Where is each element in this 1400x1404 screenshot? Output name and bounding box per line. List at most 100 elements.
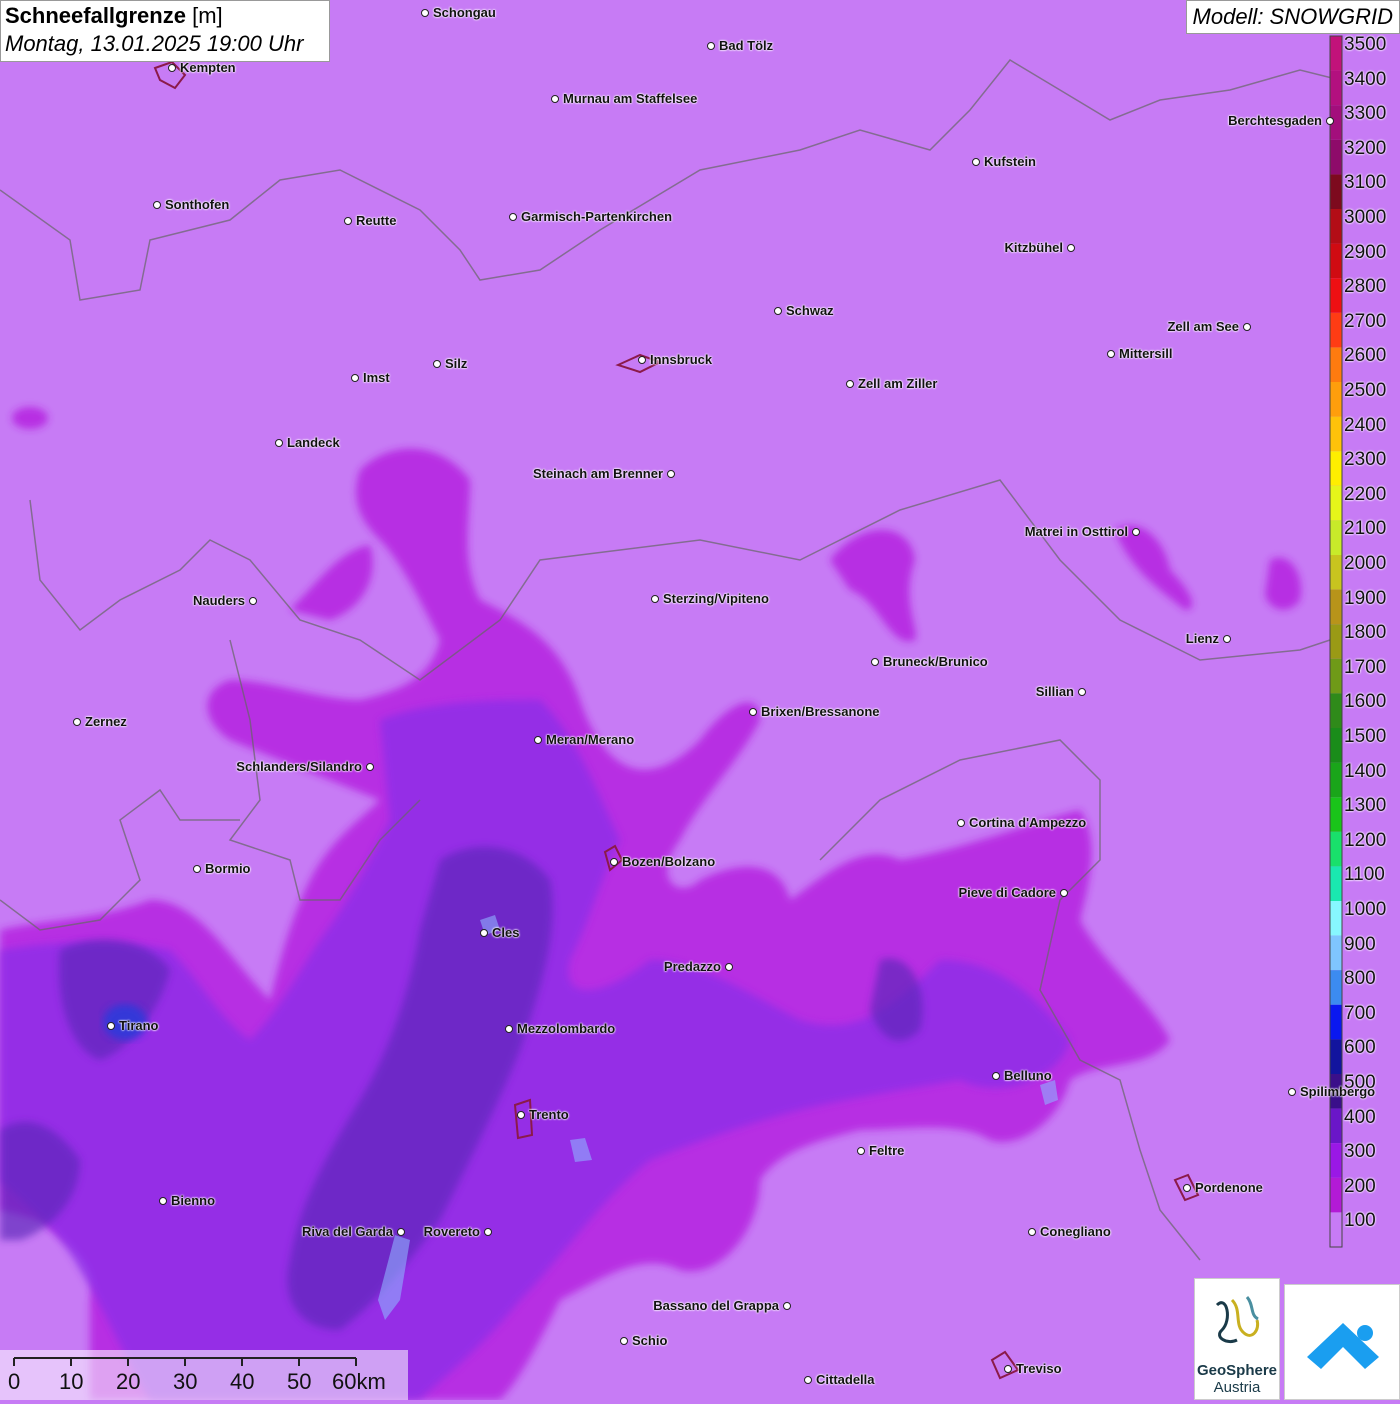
scale-label: 30 (173, 1369, 198, 1394)
legend-label: 100 (1344, 1210, 1376, 1232)
city-label: Kempten (180, 60, 236, 75)
city-marker (351, 374, 359, 382)
city-label: Bienno (171, 1193, 216, 1208)
city-marker (774, 307, 782, 315)
city-marker (1078, 688, 1086, 696)
city-marker (159, 1197, 167, 1205)
legend-cell (1330, 1212, 1342, 1247)
legend-label: 1000 (1344, 899, 1387, 920)
city-label: Feltre (869, 1143, 905, 1158)
city-label: Sonthofen (165, 197, 230, 212)
legend-cell (1330, 762, 1342, 798)
city-label: Landeck (287, 435, 340, 450)
scale-label: 40 (230, 1369, 255, 1394)
scale-label: 20 (116, 1369, 141, 1394)
city-marker (484, 1228, 492, 1236)
city-label: Pordenone (1195, 1180, 1263, 1195)
app-logo (1284, 1284, 1400, 1400)
legend-cell (1330, 1108, 1342, 1144)
legend-label: 2300 (1344, 449, 1387, 471)
city-label: Berchtesgaden (1228, 113, 1322, 128)
title-box: Schneefallgrenze [m] Montag, 13.01.2025 … (0, 0, 330, 62)
city-marker (667, 470, 675, 478)
city-label: Trento (529, 1107, 569, 1122)
snow-app-icon (1307, 1323, 1379, 1369)
city-label: Silz (445, 356, 468, 371)
city-marker (725, 963, 733, 971)
city-marker (783, 1302, 791, 1310)
city-label: Zell am Ziller (858, 376, 938, 391)
city-marker (153, 201, 161, 209)
city-label: Kitzbühel (1004, 240, 1064, 255)
geosphere-name: GeoSphere (1196, 1362, 1278, 1379)
city-label: Rovereto (423, 1224, 480, 1239)
city-label: Schio (632, 1333, 668, 1348)
city-label: Bruneck/Brunico (883, 654, 988, 669)
city-label: Schwaz (786, 303, 834, 318)
legend-cell (1330, 139, 1342, 175)
geosphere-country: Austria (1213, 1379, 1261, 1396)
legend-cell (1330, 935, 1342, 971)
city-label: Imst (363, 370, 390, 385)
city-marker (1132, 528, 1140, 536)
legend-label: 600 (1344, 1037, 1376, 1059)
legend-label: 1200 (1344, 829, 1387, 851)
legend-label: 1600 (1344, 691, 1387, 713)
city-label: Steinach am Brenner (532, 466, 663, 481)
legend-label: 900 (1344, 933, 1376, 955)
city-marker (610, 858, 618, 866)
city-marker (480, 929, 488, 937)
city-marker (1004, 1365, 1012, 1373)
city-marker (249, 597, 257, 605)
city-marker (193, 865, 201, 873)
legend-cell (1330, 658, 1342, 694)
city-marker (1223, 635, 1231, 643)
city-marker (1243, 323, 1251, 331)
legend-cell (1330, 901, 1342, 936)
legend-label: 1300 (1344, 795, 1387, 817)
legend-cell (1330, 831, 1342, 867)
legend-cell (1330, 555, 1342, 590)
legend-label: 3300 (1344, 103, 1387, 125)
city-label: Mittersill (1119, 346, 1173, 361)
city-marker (534, 736, 542, 744)
city-label: Murnau am Staffelsee (563, 91, 698, 106)
city-marker (433, 360, 441, 368)
city-marker (1107, 350, 1115, 358)
city-label: Spilimbergo (1300, 1084, 1376, 1099)
legend-label: 200 (1344, 1175, 1376, 1197)
legend-label: 1900 (1344, 587, 1387, 609)
city-label: Reutte (356, 213, 397, 228)
legend-label: 1700 (1344, 656, 1387, 678)
map-title: Schneefallgrenze [m] (5, 3, 223, 28)
legend-label: 400 (1344, 1106, 1376, 1128)
city-label: Belluno (1004, 1068, 1052, 1083)
legend-label: 2600 (1344, 345, 1387, 367)
legend-cell (1330, 1177, 1342, 1213)
legend-cell (1330, 589, 1342, 625)
city-marker (651, 595, 659, 603)
city-label: Sillian (1035, 684, 1074, 699)
legend-label: 1400 (1344, 760, 1387, 782)
city-marker (551, 95, 559, 103)
city-marker (846, 380, 854, 388)
legend-label: 700 (1344, 1002, 1376, 1024)
city-label: Zell am See (1167, 319, 1239, 334)
city-marker (972, 158, 980, 166)
legend-label: 2000 (1344, 553, 1387, 574)
legend-cell (1330, 1143, 1342, 1178)
city-label: Bozen/Bolzano (622, 854, 716, 869)
city-marker (871, 658, 879, 666)
city-marker (804, 1376, 812, 1384)
city-marker (168, 64, 176, 72)
city-label: Riva del Garda (301, 1224, 393, 1239)
legend-label: 2700 (1344, 310, 1387, 332)
legend-cell (1330, 70, 1342, 106)
legend-label: 3500 (1344, 34, 1387, 55)
legend-colorbar (1329, 35, 1343, 1248)
geosphere-emblem-icon (1215, 1296, 1260, 1344)
city-marker (1060, 889, 1068, 897)
scale-label: 60km (332, 1369, 386, 1394)
city-label: Pieve di Cadore (958, 885, 1056, 900)
city-marker (421, 9, 429, 17)
